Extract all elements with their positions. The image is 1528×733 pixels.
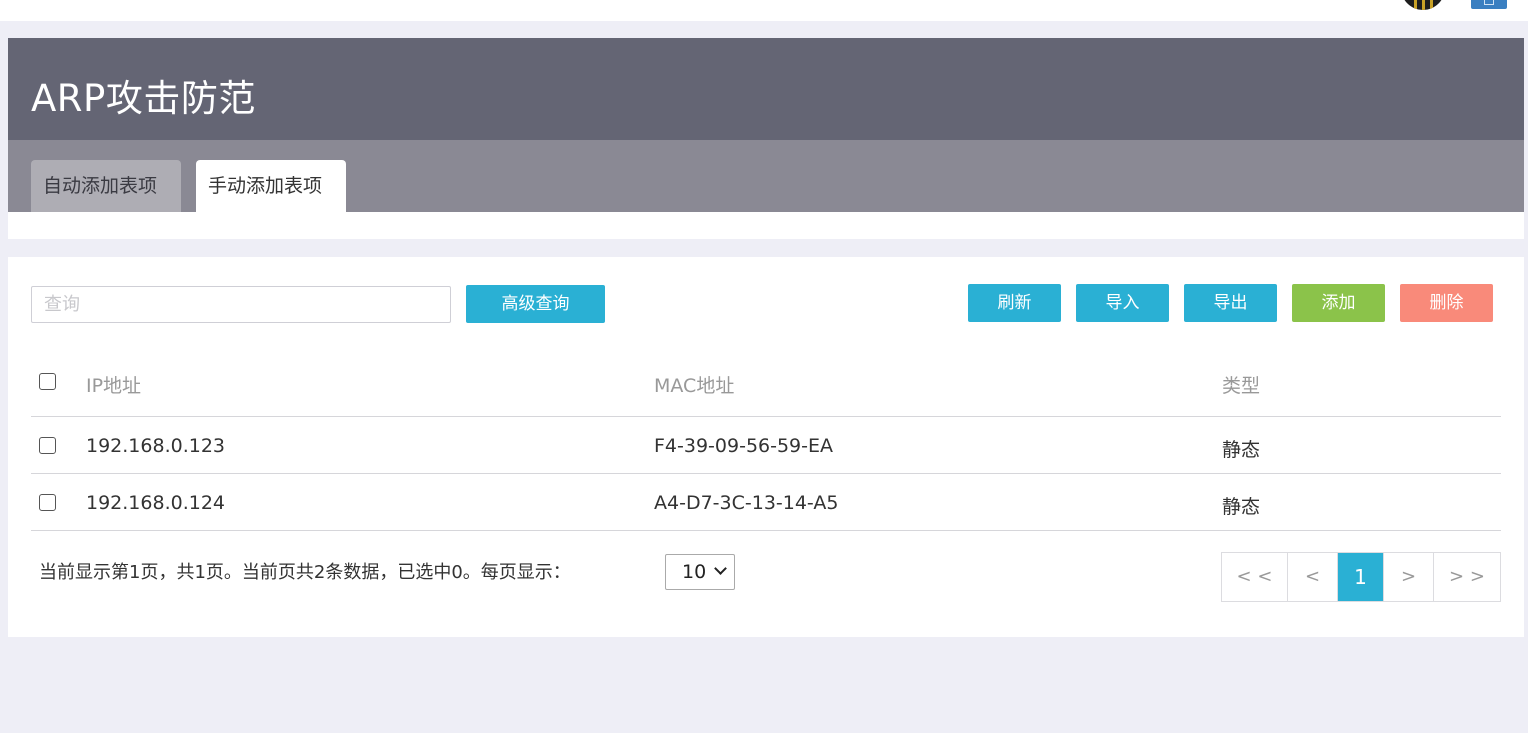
pagination-info: 当前显示第1页，共1页。当前页共2条数据，已选中0。每页显示： bbox=[39, 562, 571, 583]
row-checkbox[interactable] bbox=[39, 494, 56, 511]
select-all-checkbox[interactable] bbox=[39, 373, 56, 390]
top-bar bbox=[0, 0, 1528, 21]
arp-table: IP地址 MAC地址 类型 192.168.0.123 F4-39-09-56-… bbox=[31, 357, 1501, 531]
mac-cell: F4-39-09-56-59-EA bbox=[654, 435, 834, 457]
tab-bar: 自动添加表项 手动添加表项 bbox=[8, 140, 1524, 212]
main-panel: 高级查询 刷新 导入 导出 添加 删除 IP地址 MAC地址 类型 192.16… bbox=[8, 257, 1524, 637]
add-button[interactable]: 添加 bbox=[1292, 284, 1385, 322]
type-cell: 静态 bbox=[1222, 439, 1261, 461]
advanced-search-button[interactable]: 高级查询 bbox=[466, 285, 605, 323]
title-bar: ARP攻击防范 bbox=[8, 38, 1524, 140]
chevron-down-icon bbox=[714, 562, 727, 575]
column-header-mac[interactable]: MAC地址 bbox=[654, 371, 734, 398]
logout-icon[interactable] bbox=[1471, 0, 1507, 9]
page-size-select[interactable]: 10 bbox=[665, 554, 735, 590]
type-cell: 静态 bbox=[1222, 496, 1261, 518]
ip-cell: 192.168.0.124 bbox=[86, 492, 226, 514]
ip-cell: 192.168.0.123 bbox=[86, 435, 226, 457]
page-title: ARP攻击防范 bbox=[31, 77, 256, 120]
delete-button[interactable]: 删除 bbox=[1400, 284, 1493, 322]
user-avatar-icon[interactable] bbox=[1401, 0, 1445, 10]
current-page-button[interactable]: 1 bbox=[1338, 553, 1384, 601]
table-row[interactable]: 192.168.0.123 F4-39-09-56-59-EA 静态 bbox=[31, 417, 1501, 474]
table-header: IP地址 MAC地址 类型 bbox=[31, 357, 1501, 417]
page-size-value: 10 bbox=[682, 561, 707, 583]
column-header-type[interactable]: 类型 bbox=[1222, 371, 1260, 398]
prev-page-button[interactable]: < bbox=[1288, 553, 1338, 601]
row-checkbox[interactable] bbox=[39, 437, 56, 454]
column-header-ip[interactable]: IP地址 bbox=[86, 371, 141, 398]
tab-manual-add-entries[interactable]: 手动添加表项 bbox=[196, 160, 346, 212]
last-page-button[interactable]: > > bbox=[1434, 553, 1500, 601]
tab-auto-add-entries[interactable]: 自动添加表项 bbox=[31, 160, 181, 212]
next-page-button[interactable]: > bbox=[1384, 553, 1434, 601]
export-button[interactable]: 导出 bbox=[1184, 284, 1277, 322]
page-header: ARP攻击防范 自动添加表项 手动添加表项 bbox=[8, 38, 1524, 239]
mac-cell: A4-D7-3C-13-14-A5 bbox=[654, 492, 839, 514]
search-input[interactable] bbox=[31, 286, 451, 323]
table-row[interactable]: 192.168.0.124 A4-D7-3C-13-14-A5 静态 bbox=[31, 474, 1501, 531]
first-page-button[interactable]: < < bbox=[1222, 553, 1288, 601]
pagination: < < < 1 > > > bbox=[1221, 552, 1501, 602]
import-button[interactable]: 导入 bbox=[1076, 284, 1169, 322]
refresh-button[interactable]: 刷新 bbox=[968, 284, 1061, 322]
